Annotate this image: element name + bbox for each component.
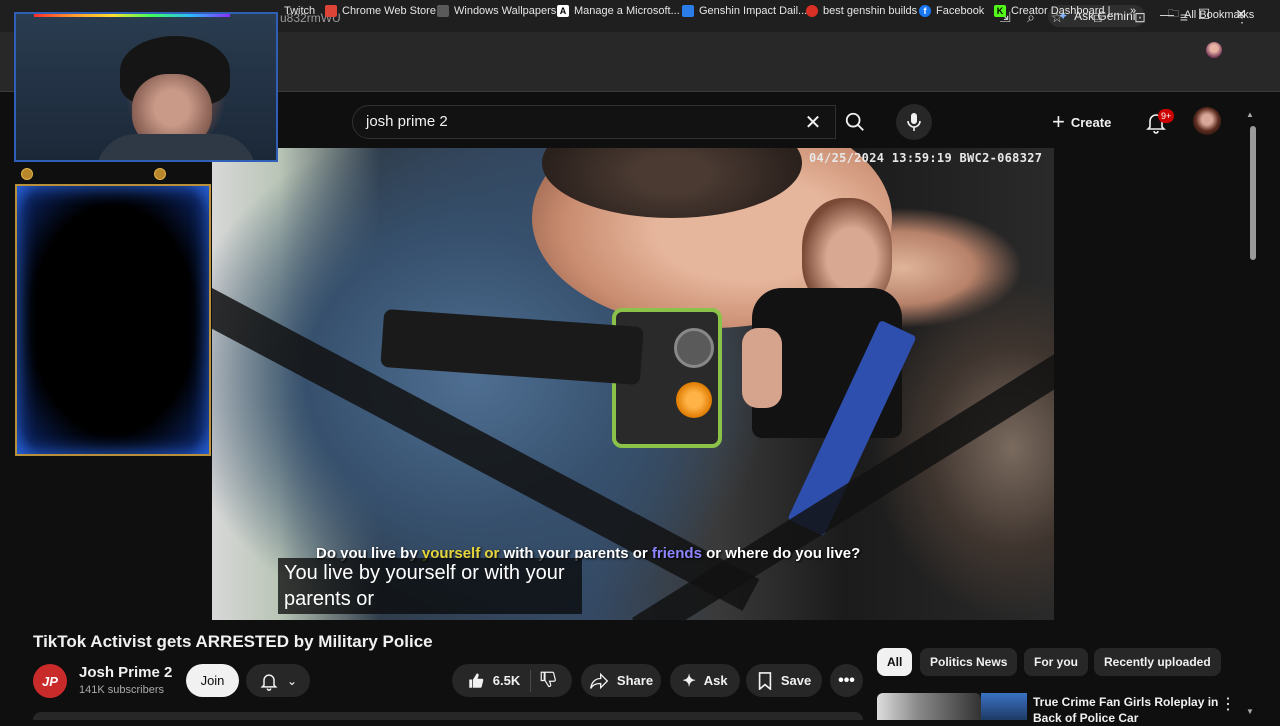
bookmark-windows-wallpapers[interactable]: Windows Wallpapers: [437, 5, 556, 17]
share-label: Share: [616, 673, 654, 688]
stream-frame-panel: [15, 184, 211, 456]
voice-search-button[interactable]: [896, 104, 932, 140]
bookmark-icon: [758, 671, 772, 690]
bookmark-label: Chrome Web Store: [342, 5, 436, 17]
bookmark-label: Facebook: [936, 5, 985, 17]
overlay-handle-icon: [154, 168, 166, 180]
notification-count-badge: 9+: [1158, 109, 1175, 123]
thumbs-down-icon: [540, 671, 557, 688]
wallpaper-icon: [437, 5, 449, 17]
caption-line-2: parents or: [284, 588, 375, 610]
scroll-up-arrow-icon[interactable]: ▲: [1246, 110, 1254, 119]
create-label: Create: [1070, 114, 1112, 130]
webcam-overlay: [14, 12, 278, 162]
bookmark-label: Creator Dashboard |...: [1011, 5, 1120, 17]
recommendation-thumbnail-secondary[interactable]: [981, 693, 1027, 720]
search-query-text: josh prime 2: [366, 113, 448, 130]
bookmark-chrome-web-store[interactable]: Chrome Web Store: [325, 5, 436, 17]
all-bookmarks[interactable]: 🗀 All Bookmarks: [1168, 5, 1254, 24]
account-avatar[interactable]: [1193, 107, 1221, 135]
bookmark-genshin-impact[interactable]: Genshin Impact Dail...: [682, 5, 807, 17]
bookmark-label: Windows Wallpapers: [454, 5, 557, 17]
more-horizontal-icon: •••: [838, 671, 855, 689]
scrollbar-thumb[interactable]: [1250, 126, 1256, 260]
folder-icon: 🗀: [1168, 8, 1179, 20]
share-button[interactable]: Share: [581, 664, 661, 697]
share-arrow-icon: [589, 672, 609, 689]
more-bookmarks-icon[interactable]: »: [1130, 5, 1136, 17]
recommendation-title[interactable]: True Crime Fan Girls Roleplay in Back of…: [1033, 694, 1223, 726]
channel-name[interactable]: Josh Prime 2: [79, 664, 172, 681]
builds-icon: [806, 5, 818, 17]
bookmark-label: best genshin builds: [823, 5, 918, 17]
description-box[interactable]: [33, 712, 863, 720]
ask-button[interactable]: ✦ Ask: [670, 664, 740, 697]
like-button[interactable]: 6.5K: [467, 669, 532, 692]
bookmark-label: Manage a Microsoft...: [574, 5, 680, 17]
chip-recently-uploaded[interactable]: Recently uploaded: [1094, 648, 1221, 676]
bell-icon: [260, 673, 278, 691]
channel-avatar[interactable]: JP: [33, 664, 67, 698]
like-count: 6.5K: [492, 673, 521, 688]
overlay-handle-icon: [21, 168, 33, 180]
subscriber-count: 141K subscribers: [79, 684, 164, 696]
bookmark-creator-dashboard[interactable]: K Creator Dashboard |...: [994, 5, 1120, 17]
recommendation-thumbnail[interactable]: [877, 693, 981, 720]
like-dislike-group: 6.5K: [452, 664, 572, 697]
bookmark-manage-microsoft[interactable]: A Manage a Microsoft...: [557, 5, 680, 17]
more-vertical-icon[interactable]: ⋮: [1220, 694, 1236, 714]
clear-search-icon[interactable]: ✕: [802, 110, 824, 135]
bookmark-label: Twitch: [284, 5, 316, 17]
video-title: TikTok Activist gets ARRESTED by Militar…: [33, 632, 433, 651]
join-button[interactable]: Join: [186, 664, 239, 697]
plus-icon: +: [1052, 109, 1065, 134]
kick-icon: K: [994, 5, 1006, 17]
microsoft-icon: A: [557, 5, 569, 17]
sparkle-icon: ✦: [682, 672, 696, 690]
microphone-icon: [907, 113, 921, 131]
facebook-icon: f: [919, 5, 931, 17]
subscription-notifications-button[interactable]: ⌄: [246, 664, 310, 697]
thumbs-up-icon: [469, 673, 484, 688]
bookmark-label: Genshin Impact Dail...: [699, 5, 808, 17]
save-label: Save: [780, 673, 812, 688]
all-bookmarks-label: All Bookmarks: [1184, 8, 1255, 21]
chip-all[interactable]: All: [877, 648, 913, 676]
browser-profile-avatar[interactable]: [1206, 42, 1222, 58]
closed-caption-box: You live by yourself or with your parent…: [278, 558, 582, 614]
search-button[interactable]: [836, 105, 874, 139]
save-button[interactable]: Save: [746, 664, 822, 697]
chrome-web-store-icon: [325, 5, 337, 17]
chevron-down-icon: ⌄: [286, 673, 298, 688]
chip-politics-news[interactable]: Politics News: [920, 648, 1018, 676]
bookmark-genshin-builds[interactable]: best genshin builds: [806, 5, 917, 17]
bookmark-facebook[interactable]: f Facebook: [919, 5, 984, 17]
scroll-down-arrow-icon[interactable]: ▼: [1246, 707, 1254, 716]
search-icon: [845, 112, 864, 131]
genshin-icon: [682, 5, 694, 17]
bodycam-timestamp: 04/25/2024 13:59:19 BWC2-068327: [809, 151, 1043, 165]
caption-line-1: You live by yourself or with your: [284, 562, 565, 584]
dislike-button[interactable]: [539, 670, 557, 691]
create-button[interactable]: + Create: [1052, 109, 1111, 135]
ask-label: Ask: [703, 673, 728, 688]
chip-for-you[interactable]: For you: [1024, 648, 1088, 676]
bookmark-twitch[interactable]: Twitch: [284, 5, 315, 17]
more-actions-button[interactable]: •••: [830, 664, 863, 697]
